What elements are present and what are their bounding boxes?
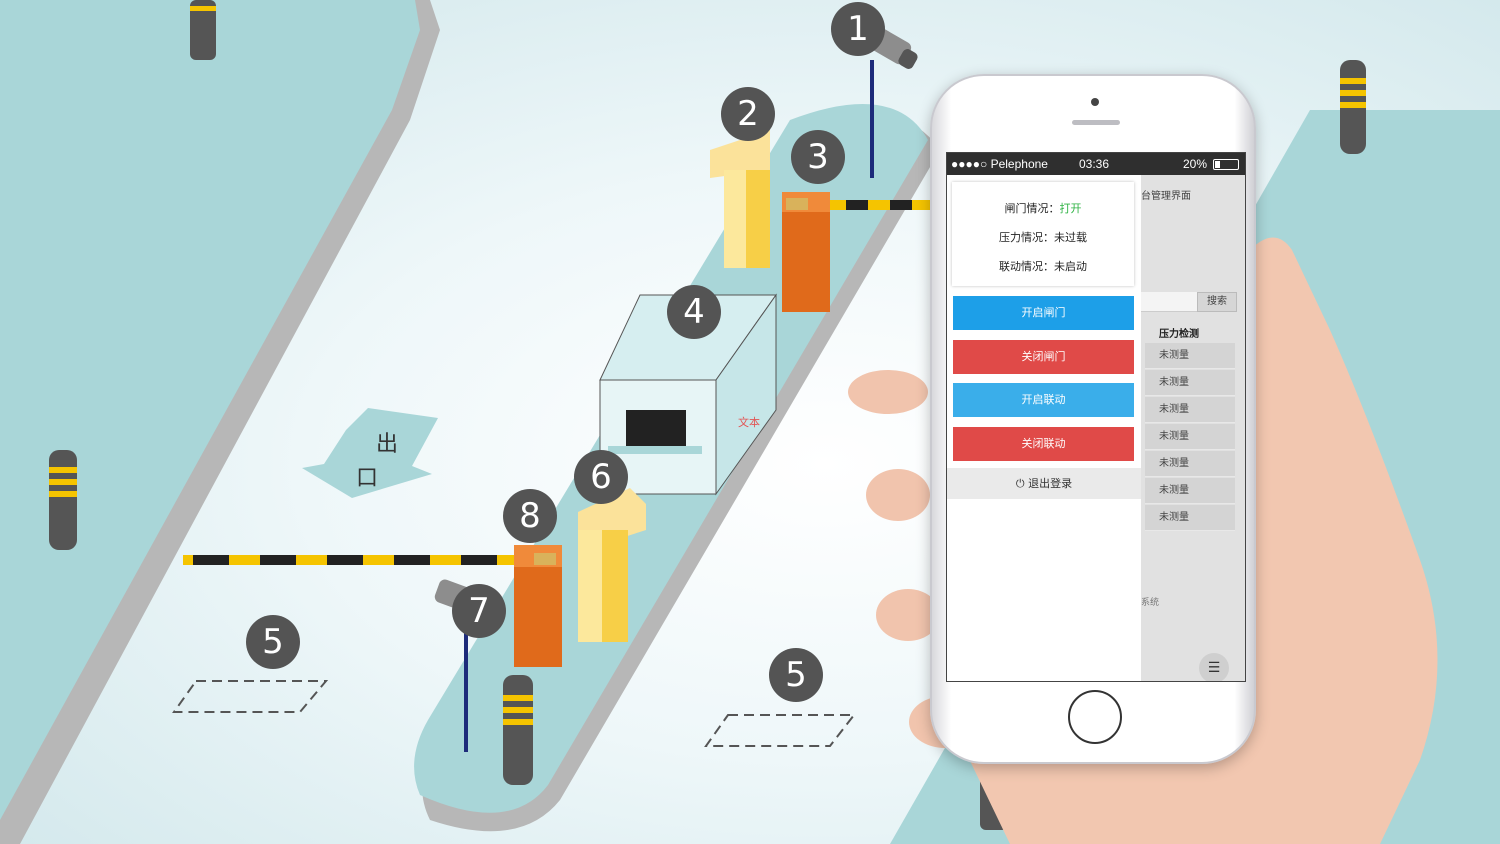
table-cell: 未测量 — [1145, 343, 1235, 369]
carrier-label: ●●●●○ Pelephone — [951, 157, 1048, 171]
battery-icon — [1213, 159, 1239, 170]
finger — [866, 469, 930, 521]
hand-illustration — [848, 237, 1438, 844]
close-gate-button[interactable]: 关闭闸门 — [953, 340, 1134, 374]
linkage-status-label: 联动情况： — [999, 260, 1054, 273]
phone-screen: ●●●●○ Pelephone 03:36 20% 台管理界面 搜索 压力检测 … — [946, 152, 1246, 682]
close-linkage-button[interactable]: 关闭联动 — [953, 427, 1134, 461]
battery-percent: 20% — [1182, 157, 1207, 171]
gate-status: 闸门情况：打开 — [952, 200, 1134, 216]
footer-text: 系统 — [1141, 598, 1160, 608]
search-input[interactable] — [1141, 292, 1197, 312]
open-gate-button[interactable]: 开启闸门 — [953, 296, 1134, 330]
earpiece — [1072, 120, 1120, 125]
open-linkage-button[interactable]: 开启联动 — [953, 383, 1134, 417]
table-cell: 未测量 — [1145, 478, 1235, 504]
table-cell: 未测量 — [1145, 424, 1235, 450]
linkage-status: 联动情况：未启动 — [952, 258, 1134, 274]
menu-icon[interactable]: ☰ — [1199, 653, 1229, 681]
linkage-status-value: 未启动 — [1054, 260, 1087, 273]
pressure-status: 压力情况：未过载 — [952, 229, 1134, 245]
table-cell: 未测量 — [1145, 505, 1235, 531]
status-card: 闸门情况：打开 压力情况：未过载 联动情况：未启动 — [952, 182, 1134, 286]
page-title: 台管理界面 — [1141, 191, 1191, 202]
pressure-status-label: 压力情况： — [999, 231, 1054, 244]
background-page: 台管理界面 搜索 压力检测 未测量 未测量 未测量 未测量 未测量 未测量 未测… — [1141, 175, 1245, 681]
logout-button[interactable]: ⏻ 退出登录 — [947, 468, 1141, 499]
thumb — [848, 370, 928, 414]
control-panel: 闸门情况：打开 压力情况：未过载 联动情况：未启动 开启闸门 关闭闸门 开启联动… — [947, 175, 1141, 681]
gate-status-label: 闸门情况： — [1004, 202, 1060, 215]
pressure-status-value: 未过载 — [1054, 231, 1087, 244]
column-header-pressure: 压力检测 — [1159, 329, 1199, 340]
front-camera — [1091, 98, 1099, 106]
clock: 03:36 — [1079, 157, 1110, 171]
table-cell: 未测量 — [1145, 370, 1235, 396]
table-cell: 未测量 — [1145, 397, 1235, 423]
search-button[interactable]: 搜索 — [1197, 292, 1237, 312]
home-button[interactable] — [1068, 690, 1122, 744]
gate-status-value: 打开 — [1059, 202, 1082, 215]
status-bar: ●●●●○ Pelephone 03:36 20% — [947, 153, 1245, 175]
table-cell: 未测量 — [1145, 451, 1235, 477]
